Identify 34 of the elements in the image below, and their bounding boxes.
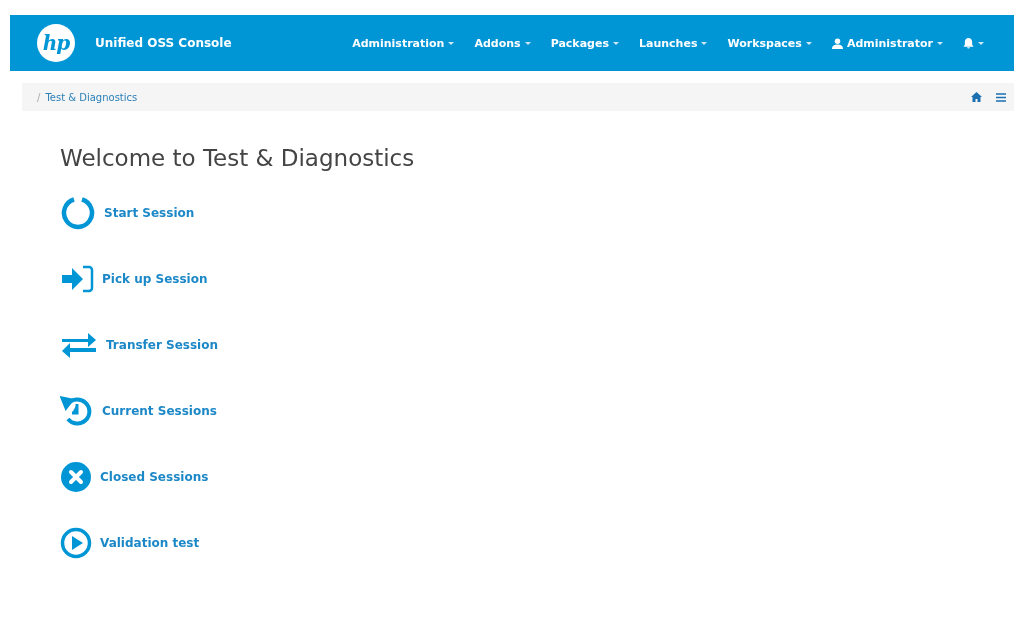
action-link[interactable]: Start Session [60, 195, 1014, 231]
action-link[interactable]: Validation test [60, 525, 1014, 561]
caret-icon [613, 41, 619, 45]
caret-icon [701, 41, 708, 45]
user-icon [831, 37, 843, 49]
nav-menu[interactable]: Administration [352, 36, 455, 50]
history-icon [60, 394, 94, 428]
menu-icon[interactable] [996, 92, 1006, 102]
play-circle-icon [60, 527, 92, 559]
exchange-icon [60, 330, 98, 360]
bell-icon [963, 37, 974, 49]
caret-icon [805, 41, 812, 45]
nav-menu[interactable]: Addons [474, 36, 531, 50]
nav-menu[interactable]: Launches [639, 36, 708, 50]
action-link[interactable]: Transfer Session [60, 327, 1014, 363]
caret-icon [978, 41, 984, 45]
logo[interactable]: hp [37, 24, 75, 62]
sign-in-icon [62, 265, 94, 293]
home-icon[interactable] [971, 92, 982, 102]
action-link[interactable]: Closed Sessions [60, 459, 1014, 495]
app-title: Unified OSS Console [95, 36, 232, 50]
nav-menu[interactable]: Packages [550, 36, 619, 50]
page-heading: Welcome to Test & Diagnostics [60, 145, 416, 171]
close-circle-icon [60, 461, 92, 493]
breadcrumb-separator: / [37, 91, 41, 103]
nav-menu[interactable]: Workspaces [727, 36, 812, 50]
action-link[interactable]: Current Sessions [60, 393, 1014, 429]
caret-icon [937, 41, 943, 45]
caret-icon [448, 41, 455, 45]
user-menu[interactable]: Administrator [831, 36, 943, 50]
notifications-menu[interactable] [963, 37, 984, 49]
breadcrumb-link[interactable]: Test & Diagnostics [45, 91, 138, 103]
caret-icon [524, 41, 531, 45]
action-link[interactable]: Pick up Session [60, 261, 1014, 297]
